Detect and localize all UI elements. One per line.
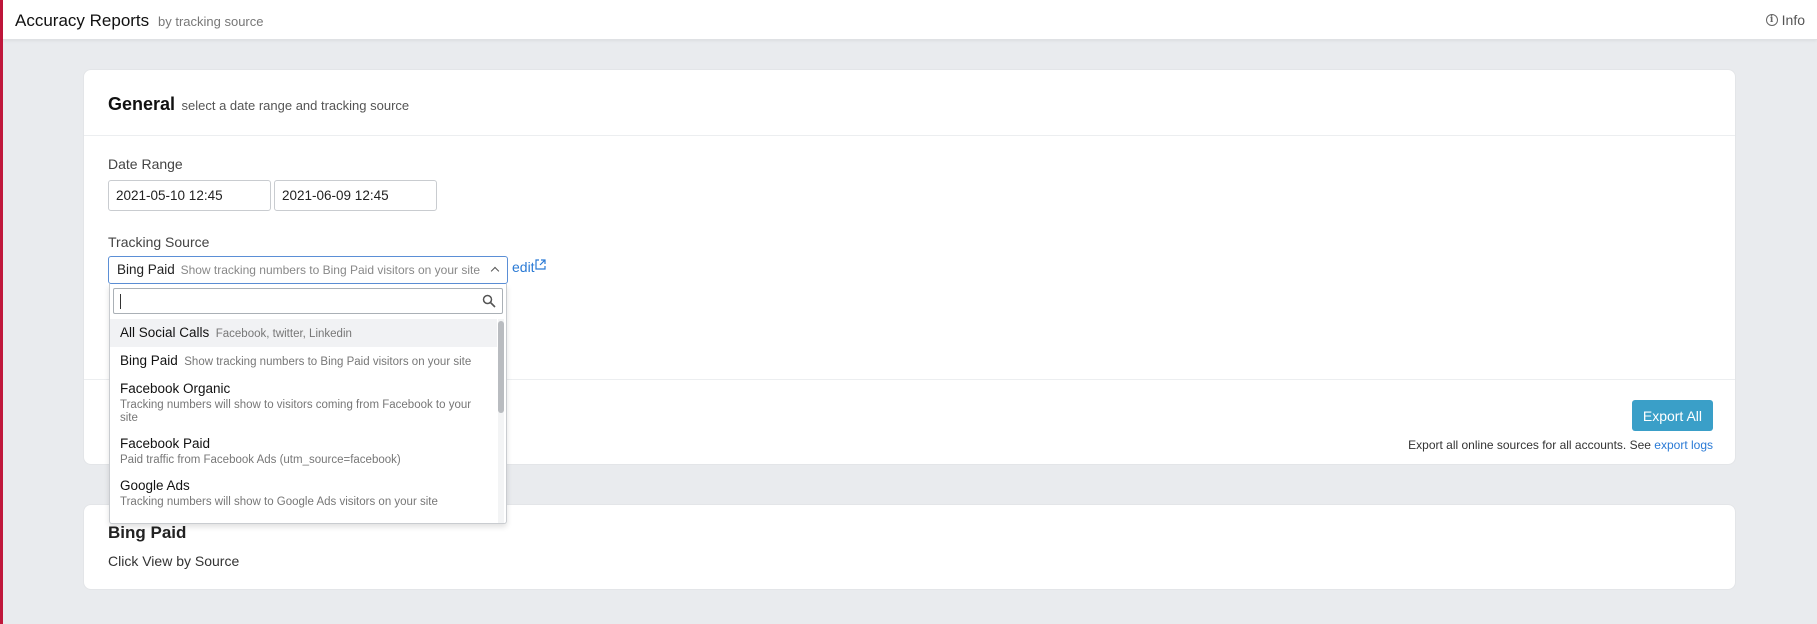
text-caret [120, 294, 121, 309]
page-subtitle: by tracking source [158, 14, 264, 29]
info-icon: i [1765, 14, 1778, 26]
report-subtitle: Click View by Source [108, 553, 240, 569]
chevron-up-icon [490, 266, 500, 276]
option-title: Google Ads [120, 478, 190, 493]
info-label: Info [1781, 12, 1805, 28]
dropdown-option[interactable]: Google Ads Tracking numbers will show to… [110, 472, 497, 514]
dropdown-search-input[interactable] [113, 288, 503, 314]
export-logs-link[interactable]: export logs [1654, 438, 1713, 452]
option-desc: Tracking numbers will show to Google Ads… [120, 496, 438, 508]
export-note: Export all online sources for all accoun… [1408, 438, 1713, 452]
date-start-input[interactable]: 2021-05-10 12:45 [108, 180, 271, 211]
general-title: General [108, 94, 176, 114]
dropdown-option[interactable]: All Social Calls Facebook, twitter, Link… [110, 319, 497, 347]
top-bar: Accuracy Reports by tracking source i In… [3, 0, 1817, 40]
export-note-text: Export all online sources for all accoun… [1408, 438, 1651, 452]
dropdown-option[interactable]: Bing Paid Show tracking numbers to Bing … [110, 347, 497, 375]
dropdown-option[interactable]: Facebook Paid Paid traffic from Facebook… [110, 430, 497, 472]
option-title: Bing Paid [120, 353, 178, 368]
left-accent-bar [0, 0, 3, 624]
option-desc: Paid traffic from Facebook Ads (utm_sour… [120, 454, 401, 466]
date-range-label: Date Range [108, 156, 183, 172]
edit-source-link[interactable]: edit [512, 259, 546, 275]
tracking-source-select[interactable]: Bing Paid Show tracking numbers to Bing … [108, 256, 508, 284]
general-card-header: General select a date range and tracking… [84, 70, 1735, 136]
report-title: Bing Paid [108, 523, 187, 542]
option-desc: Facebook, twitter, Linkedin [215, 328, 352, 340]
info-button[interactable]: i Info [1765, 12, 1805, 28]
external-link-icon [534, 259, 546, 270]
option-desc: Show tracking numbers to Bing Paid visit… [184, 356, 472, 368]
date-end-input[interactable]: 2021-06-09 12:45 [274, 180, 437, 211]
tracking-source-dropdown: All Social Calls Facebook, twitter, Link… [109, 284, 507, 524]
search-icon [482, 294, 496, 308]
general-subtitle: select a date range and tracking source [181, 98, 410, 113]
selected-source-desc: Show tracking numbers to Bing Paid visit… [180, 263, 481, 277]
option-title: All Social Calls [120, 325, 210, 340]
export-all-button[interactable]: Export All [1631, 400, 1713, 431]
option-title: Facebook Organic [120, 381, 231, 396]
dropdown-scrollbar-thumb[interactable] [498, 321, 504, 413]
option-title: Facebook Paid [120, 436, 211, 451]
page-title: Accuracy Reports [15, 11, 150, 30]
tracking-source-label: Tracking Source [108, 234, 210, 250]
edit-label: edit [512, 259, 535, 275]
dropdown-option[interactable]: Facebook Organic Tracking numbers will s… [110, 375, 497, 430]
selected-source: Bing Paid [117, 262, 175, 277]
option-desc: Tracking numbers will show to visitors c… [120, 399, 472, 424]
dropdown-list: All Social Calls Facebook, twitter, Link… [110, 319, 497, 523]
